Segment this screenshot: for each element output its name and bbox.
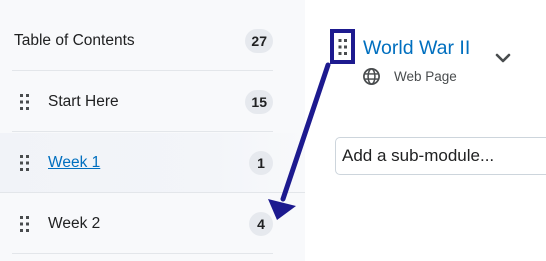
sidebar-item-week-2[interactable]: Week 2 4 <box>12 194 273 254</box>
module-title-link[interactable]: World War II <box>363 37 470 60</box>
drag-handle-icon[interactable] <box>338 38 348 56</box>
item-count-badge: 1 <box>249 150 273 175</box>
toc-header[interactable]: Table of Contents 27 <box>12 11 273 71</box>
item-count-badge: 15 <box>245 89 273 114</box>
sidebar-item-label[interactable]: Week 1 <box>48 154 249 172</box>
globe-icon <box>363 68 380 85</box>
sidebar-item-week-1[interactable]: Week 1 1 <box>0 133 305 193</box>
drag-handle-icon[interactable] <box>18 92 32 112</box>
drag-handle-icon[interactable] <box>18 214 32 234</box>
sidebar-item-label: Start Here <box>48 92 119 110</box>
sidebar-item-label: Week 2 <box>48 214 101 232</box>
toc-count-badge: 27 <box>245 28 273 53</box>
chevron-down-icon[interactable] <box>494 52 512 64</box>
table-of-contents-panel: Table of Contents 27 Start Here 15 Week … <box>0 0 305 261</box>
item-count-badge: 4 <box>249 211 273 236</box>
module-drag-handle-highlight[interactable] <box>330 29 355 64</box>
drag-handle-icon[interactable] <box>18 153 32 173</box>
toc-header-label: Table of Contents <box>14 31 135 49</box>
content-type-label: Web Page <box>394 69 457 84</box>
sidebar-item-start-here[interactable]: Start Here 15 <box>12 72 273 132</box>
add-sub-module-input[interactable] <box>335 137 546 175</box>
